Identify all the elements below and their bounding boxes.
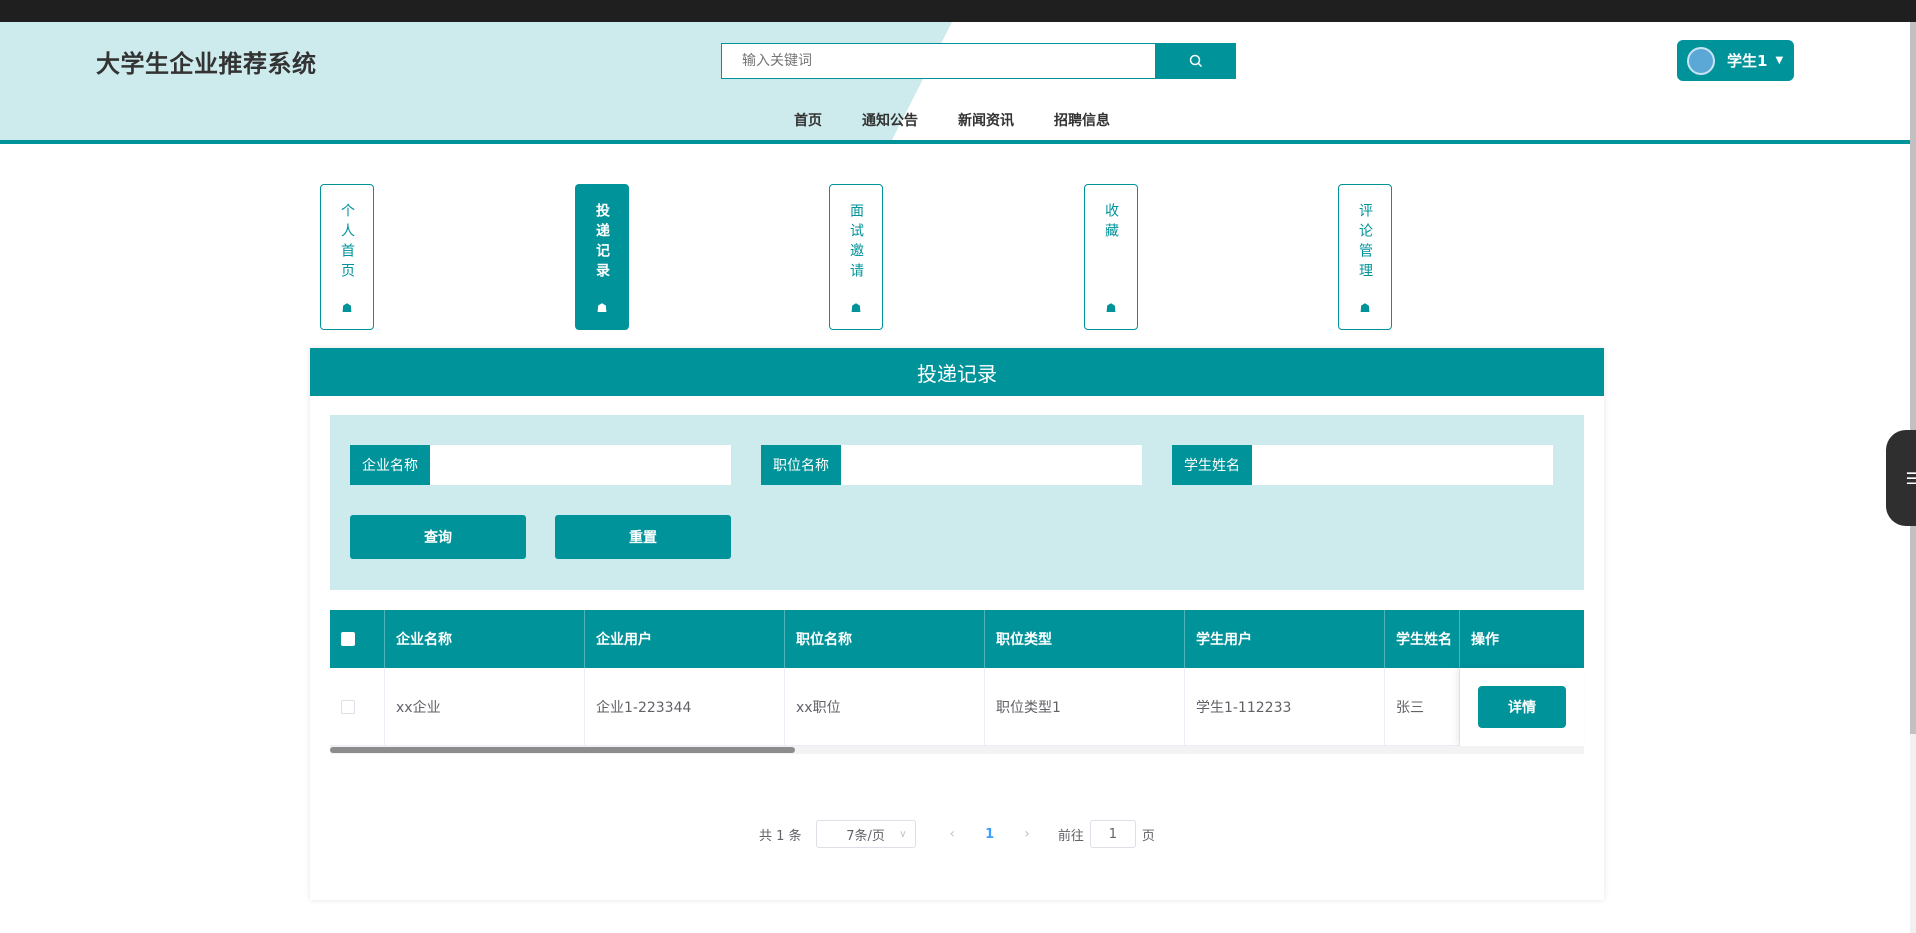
pagination-total: 共 1 条 [759, 828, 802, 844]
home-icon: ☗ [850, 301, 862, 315]
column-header: 操作 [1471, 632, 1499, 648]
company-name-input[interactable] [430, 445, 731, 485]
table-horizontal-scrollbar[interactable] [330, 746, 1584, 754]
job-name-input[interactable] [841, 445, 1142, 485]
panel-title: 投递记录 [310, 348, 1604, 396]
side-menu-label: 个人首页 [339, 203, 355, 283]
side-drawer-tab[interactable]: ☰ [1886, 430, 1916, 526]
prev-page-icon[interactable]: ‹ [950, 826, 956, 842]
search-icon [1189, 54, 1202, 68]
row-select-cell [330, 668, 385, 746]
filter-label: 企业名称 [350, 445, 430, 485]
side-menu-label: 面试邀请 [848, 203, 864, 283]
scrollbar-thumb[interactable] [330, 747, 795, 753]
current-page[interactable]: 1 [985, 827, 994, 842]
chevron-down-icon: ∨ [899, 828, 907, 840]
nav-home[interactable]: 首页 [794, 110, 822, 130]
side-menu-comments[interactable]: 评论管理 ☗ [1338, 184, 1392, 330]
home-icon: ☗ [341, 301, 353, 315]
table-cell: 企业1-223344 [585, 668, 785, 746]
search-box[interactable] [721, 43, 1156, 79]
column-header[interactable]: 企业名称 [385, 610, 585, 668]
page-size-select[interactable]: 7条/页 ∨ [815, 820, 916, 848]
goto-page-value: 1 [1108, 826, 1117, 842]
table-cell: xx职位 [785, 668, 985, 746]
reset-button[interactable]: 重置 [555, 515, 731, 559]
select-all-checkbox[interactable] [341, 632, 355, 646]
table-cell: 职位类型1 [985, 668, 1185, 746]
side-menu-favorites[interactable]: 收藏 ☗ [1084, 184, 1138, 330]
window-top-bar [0, 0, 1916, 22]
action-cell: 详情 [1460, 668, 1584, 746]
side-menu-profile[interactable]: 个人首页 ☗ [320, 184, 374, 330]
home-icon: ☗ [596, 301, 608, 315]
column-header[interactable]: 职位类型 [985, 610, 1185, 668]
column-header[interactable]: 学生用户 [1185, 610, 1385, 668]
home-icon: ☗ [1359, 301, 1371, 315]
side-menu-interviews[interactable]: 面试邀请 ☗ [829, 184, 883, 330]
nav-news[interactable]: 新闻资讯 [958, 110, 1014, 130]
search-input[interactable] [722, 44, 1155, 78]
user-name: 学生1 [1727, 52, 1768, 70]
list-icon: ☰ [1905, 468, 1916, 488]
caret-down-icon: ▼ [1775, 55, 1784, 66]
table-header: 企业名称 企业用户 职位名称 职位类型 学生用户 学生姓名 操作 [330, 610, 1584, 668]
side-menu-applications[interactable]: 投递记录 ☗ [575, 184, 629, 330]
table-row: xx企业 企业1-223344 xx职位 职位类型1 学生1-112233 张三 [330, 668, 1584, 746]
side-menu-label: 投递记录 [594, 203, 610, 283]
site-title: 大学生企业推荐系统 [96, 50, 317, 78]
filter-student: 学生姓名 [1172, 445, 1553, 485]
filter-label: 学生姓名 [1172, 445, 1252, 485]
query-button[interactable]: 查询 [350, 515, 526, 559]
column-header[interactable]: 学生姓名 [1385, 610, 1460, 668]
next-page-icon[interactable]: › [1024, 826, 1030, 842]
detail-button[interactable]: 详情 [1478, 686, 1566, 728]
header-background [0, 22, 952, 144]
table-cell: 张三 [1385, 668, 1460, 746]
select-all-cell [330, 610, 385, 668]
page-scrollbar-thumb[interactable] [1910, 22, 1916, 734]
row-checkbox[interactable] [341, 700, 355, 714]
table-cell: xx企业 [385, 668, 585, 746]
goto-page-input[interactable]: 1 [1089, 820, 1136, 848]
goto-suffix: 页 [1141, 828, 1155, 844]
student-name-input[interactable] [1252, 445, 1553, 485]
pagination: 共 1 条 7条/页 ∨ ‹ 1 › 前往 1 页 [759, 820, 1155, 848]
applications-panel: 投递记录 企业名称 职位名称 学生姓名 查询 重置 企业名称 企业用户 职位名称… [310, 348, 1604, 900]
home-icon: ☗ [1105, 301, 1117, 315]
site-header [0, 22, 1910, 144]
column-header[interactable]: 企业用户 [585, 610, 785, 668]
filter-job: 职位名称 [761, 445, 1142, 485]
header-divider [0, 140, 1910, 144]
column-header[interactable]: 职位名称 [785, 610, 985, 668]
avatar [1687, 46, 1715, 75]
side-menu-label: 收藏 [1103, 203, 1119, 243]
filter-label: 职位名称 [761, 445, 841, 485]
page-size-value: 7条/页 [846, 828, 885, 844]
goto-label: 前往 [1057, 828, 1084, 844]
side-menu-label: 评论管理 [1357, 203, 1373, 283]
nav-jobs[interactable]: 招聘信息 [1054, 110, 1110, 130]
user-menu-button[interactable]: 学生1 ▼ [1677, 40, 1794, 81]
filter-area: 企业名称 职位名称 学生姓名 查询 重置 [330, 415, 1584, 590]
filter-company: 企业名称 [350, 445, 731, 485]
search-button[interactable] [1155, 43, 1236, 79]
table-cell: 学生1-112233 [1185, 668, 1385, 746]
nav-notices[interactable]: 通知公告 [862, 110, 918, 130]
